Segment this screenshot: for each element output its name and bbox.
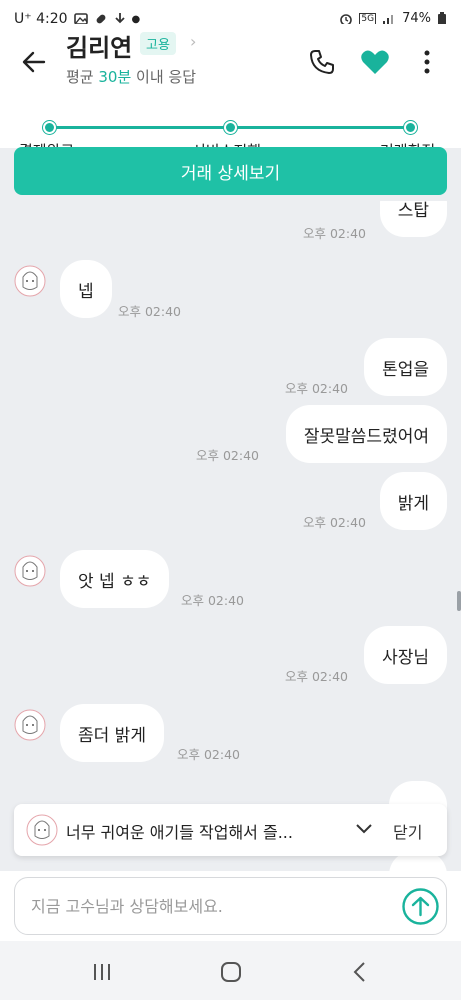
pinned-message-text: 너무 귀여운 애기들 작업해서 즐... — [66, 823, 293, 842]
message-input-bar — [0, 871, 461, 941]
chevron-right-icon[interactable]: › — [190, 32, 196, 51]
message-bubble-sent: 밝게 — [379, 472, 447, 530]
message-time: 오후 02:40 — [177, 747, 240, 762]
chat-header: 김리연 고용 › 평균 30분 이내 응답 결제완료 서비스진행 거래확정 — [0, 24, 461, 160]
deal-progress: 결제완료 서비스진행 거래확정 — [0, 100, 461, 160]
response-prefix: 평균 — [66, 68, 99, 86]
recent-apps-icon[interactable] — [90, 960, 114, 984]
progress-dot-2 — [224, 121, 237, 134]
system-nav-bar — [0, 941, 461, 1000]
message-bubble-sent: 톤업을 — [364, 338, 447, 396]
message-bubble-received: 좀더 밝게 — [60, 704, 164, 762]
message-time: 오후 02:40 — [285, 669, 348, 684]
send-arrow-icon[interactable] — [402, 888, 439, 925]
message-time: 오후 02:40 — [303, 515, 366, 530]
response-suffix: 이내 응답 — [131, 68, 197, 86]
message-bubble-sent: 사장님 — [364, 626, 447, 684]
message-time: 오후 02:40 — [181, 593, 244, 608]
pinned-message-banner[interactable]: 너무 귀여운 애기들 작업해서 즐... 닫기 — [14, 804, 447, 856]
signal-icon — [383, 14, 394, 25]
close-banner-button[interactable]: 닫기 — [393, 819, 422, 843]
progress-dot-1 — [43, 121, 56, 134]
message-bubble-sent: 스탑 — [379, 201, 447, 237]
progress-dot-3 — [404, 121, 417, 134]
hire-badge[interactable]: 고용 — [140, 32, 176, 55]
network-badge: 5G — [359, 12, 377, 25]
message-time: 오후 02:40 — [285, 381, 348, 396]
message-time: 오후 02:40 — [118, 304, 181, 319]
more-vertical-icon[interactable] — [418, 48, 436, 76]
partner-avatar — [26, 814, 58, 846]
response-time: 평균 30분 이내 응답 — [66, 66, 196, 87]
chat-scrollbar[interactable] — [457, 591, 461, 611]
message-bubble-sent: 잘못말씀드렸어여 — [285, 405, 447, 463]
message-bubble-received: 앗 넵 ㅎㅎ — [60, 550, 170, 608]
back-icon[interactable] — [348, 960, 372, 984]
back-arrow-icon[interactable] — [20, 48, 48, 76]
response-highlight: 30분 — [98, 68, 132, 86]
message-bubble-received: 넵 — [60, 260, 112, 318]
message-time: 오후 02:40 — [303, 226, 366, 241]
home-icon[interactable] — [219, 960, 243, 984]
phone-icon[interactable] — [308, 48, 336, 76]
chevron-down-icon[interactable] — [354, 818, 374, 838]
message-input[interactable] — [14, 877, 447, 935]
partner-avatar[interactable] — [14, 555, 46, 587]
deal-detail-button[interactable]: 거래 상세보기 — [14, 147, 447, 195]
partner-name[interactable]: 김리연 — [66, 28, 132, 63]
chat-area[interactable]: 스탑 오후 02:40 넵 오후 02:40 톤업을 오후 02:40 잘못말씀… — [0, 201, 461, 871]
heart-icon[interactable] — [360, 48, 390, 76]
message-time: 오후 02:40 — [196, 448, 259, 463]
partner-avatar[interactable] — [14, 265, 46, 297]
partner-avatar[interactable] — [14, 709, 46, 741]
notification-dot-icon: ● — [131, 13, 141, 25]
